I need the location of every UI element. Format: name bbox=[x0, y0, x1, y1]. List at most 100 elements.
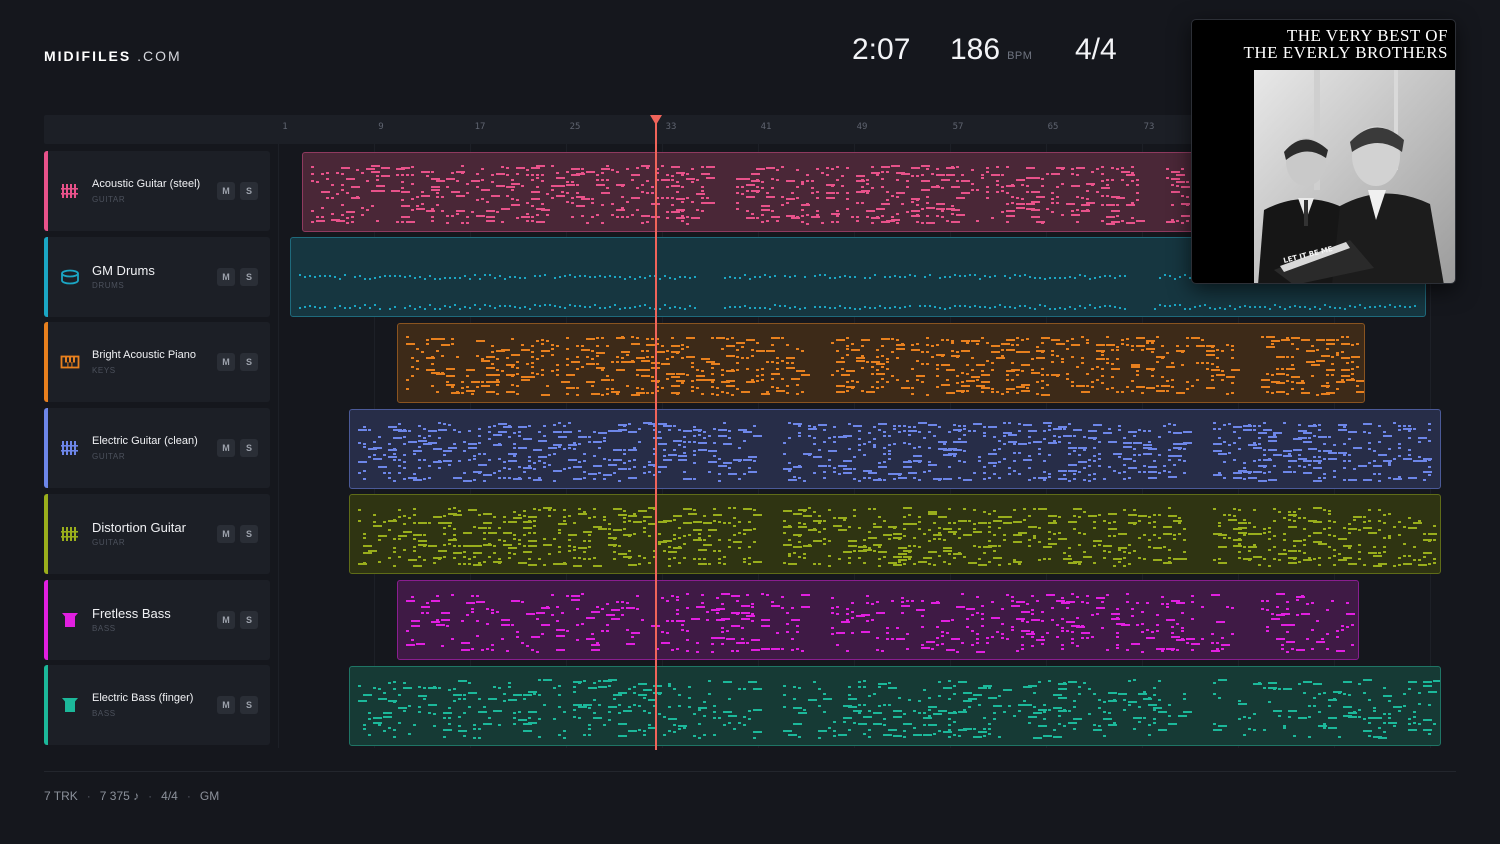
midi-note bbox=[683, 557, 686, 559]
midi-note bbox=[618, 735, 627, 737]
mute-button[interactable]: M bbox=[217, 182, 235, 200]
midi-note bbox=[1268, 565, 1271, 567]
midi-note bbox=[876, 216, 879, 218]
midi-note bbox=[691, 390, 694, 392]
midi-note bbox=[1211, 650, 1220, 652]
midi-note bbox=[506, 650, 509, 652]
track-header-fretless-bass[interactable]: Fretless Bass BASS M S bbox=[44, 580, 270, 660]
mute-button[interactable]: M bbox=[217, 696, 235, 714]
midi-note bbox=[1031, 167, 1034, 169]
midi-note bbox=[628, 460, 631, 462]
site-logo[interactable]: MIDIFILES .COM bbox=[44, 48, 182, 64]
midi-note bbox=[1101, 166, 1104, 168]
midi-note bbox=[438, 429, 447, 431]
midi-clip-bright-piano[interactable] bbox=[397, 323, 1365, 403]
midi-note bbox=[1286, 613, 1289, 615]
solo-button[interactable]: S bbox=[240, 268, 258, 286]
midi-note bbox=[1031, 372, 1040, 374]
midi-note bbox=[453, 534, 456, 536]
midi-note bbox=[1036, 381, 1039, 383]
midi-note bbox=[1171, 184, 1174, 186]
solo-button[interactable]: S bbox=[240, 696, 258, 714]
midi-note bbox=[1388, 537, 1391, 539]
midi-note bbox=[886, 368, 889, 370]
midi-note bbox=[794, 275, 796, 277]
midi-note bbox=[876, 174, 879, 176]
midi-clip-electric-bass-finger[interactable] bbox=[349, 666, 1441, 746]
midi-note bbox=[1184, 308, 1186, 310]
midi-clip-electric-guitar-clean[interactable] bbox=[349, 409, 1441, 489]
midi-note bbox=[506, 195, 509, 197]
midi-note bbox=[713, 520, 716, 522]
midi-note bbox=[508, 436, 511, 438]
midi-note bbox=[1041, 394, 1050, 396]
midi-note bbox=[536, 165, 545, 167]
midi-note bbox=[1218, 472, 1221, 474]
midi-note bbox=[443, 522, 452, 524]
midi-note bbox=[988, 561, 991, 563]
midi-note bbox=[511, 189, 514, 191]
midi-note bbox=[1076, 196, 1079, 198]
midi-clip-fretless-bass[interactable] bbox=[397, 580, 1359, 660]
playhead[interactable] bbox=[655, 118, 657, 750]
midi-note bbox=[721, 603, 724, 605]
midi-note bbox=[1313, 683, 1322, 685]
midi-note bbox=[626, 602, 629, 604]
midi-note bbox=[796, 648, 799, 650]
track-header-acoustic-guitar[interactable]: Acoustic Guitar (steel) GUITAR M S bbox=[44, 151, 270, 231]
mute-button[interactable]: M bbox=[217, 353, 235, 371]
midi-note bbox=[1141, 623, 1144, 625]
mute-button[interactable]: M bbox=[217, 525, 235, 543]
midi-note bbox=[1086, 339, 1089, 341]
midi-note bbox=[1003, 516, 1012, 518]
midi-note bbox=[863, 454, 866, 456]
midi-note bbox=[831, 185, 834, 187]
midi-note bbox=[931, 173, 934, 175]
midi-note bbox=[939, 277, 941, 279]
midi-note bbox=[586, 222, 589, 224]
track-header-electric-bass-finger[interactable]: Electric Bass (finger) BASS M S bbox=[44, 665, 270, 745]
solo-button[interactable]: S bbox=[240, 611, 258, 629]
midi-note bbox=[1058, 470, 1067, 472]
midi-note bbox=[496, 393, 499, 395]
midi-note bbox=[473, 728, 476, 730]
midi-clip-distortion-guitar[interactable] bbox=[349, 494, 1441, 574]
solo-button[interactable]: S bbox=[240, 439, 258, 457]
playhead-marker-icon[interactable] bbox=[650, 115, 662, 125]
midi-note bbox=[618, 704, 621, 706]
midi-note bbox=[953, 522, 956, 524]
midi-note bbox=[583, 558, 586, 560]
midi-note bbox=[1083, 556, 1092, 558]
mute-button[interactable]: M bbox=[217, 439, 235, 457]
midi-note bbox=[1323, 458, 1326, 460]
midi-note bbox=[548, 454, 551, 456]
track-header-distortion-guitar[interactable]: Distortion Guitar GUITAR M S bbox=[44, 494, 270, 574]
midi-note bbox=[893, 443, 896, 445]
midi-note bbox=[1309, 308, 1311, 310]
solo-button[interactable]: S bbox=[240, 182, 258, 200]
midi-note bbox=[1028, 716, 1037, 718]
midi-note bbox=[671, 337, 674, 339]
midi-note bbox=[1343, 460, 1346, 462]
mute-button[interactable]: M bbox=[217, 268, 235, 286]
midi-note bbox=[943, 561, 946, 563]
midi-note bbox=[1003, 539, 1006, 541]
midi-note bbox=[406, 388, 409, 390]
track-header-electric-guitar-clean[interactable]: Electric Guitar (clean) GUITAR M S bbox=[44, 408, 270, 488]
midi-note bbox=[848, 448, 851, 450]
midi-note bbox=[1043, 471, 1046, 473]
solo-button[interactable]: S bbox=[240, 525, 258, 543]
midi-note bbox=[346, 222, 349, 224]
midi-note bbox=[1033, 737, 1042, 739]
midi-note bbox=[938, 527, 941, 529]
midi-note bbox=[1026, 633, 1035, 635]
track-header-gm-drums[interactable]: GM Drums DRUMS M S bbox=[44, 237, 270, 317]
midi-note bbox=[491, 216, 494, 218]
track-header-bright-piano[interactable]: Bright Acoustic Piano KEYS M S bbox=[44, 322, 270, 402]
mute-button[interactable]: M bbox=[217, 611, 235, 629]
midi-note bbox=[1253, 425, 1256, 427]
midi-note bbox=[889, 276, 891, 278]
solo-button[interactable]: S bbox=[240, 353, 258, 371]
midi-note bbox=[896, 339, 899, 341]
midi-note bbox=[623, 517, 626, 519]
